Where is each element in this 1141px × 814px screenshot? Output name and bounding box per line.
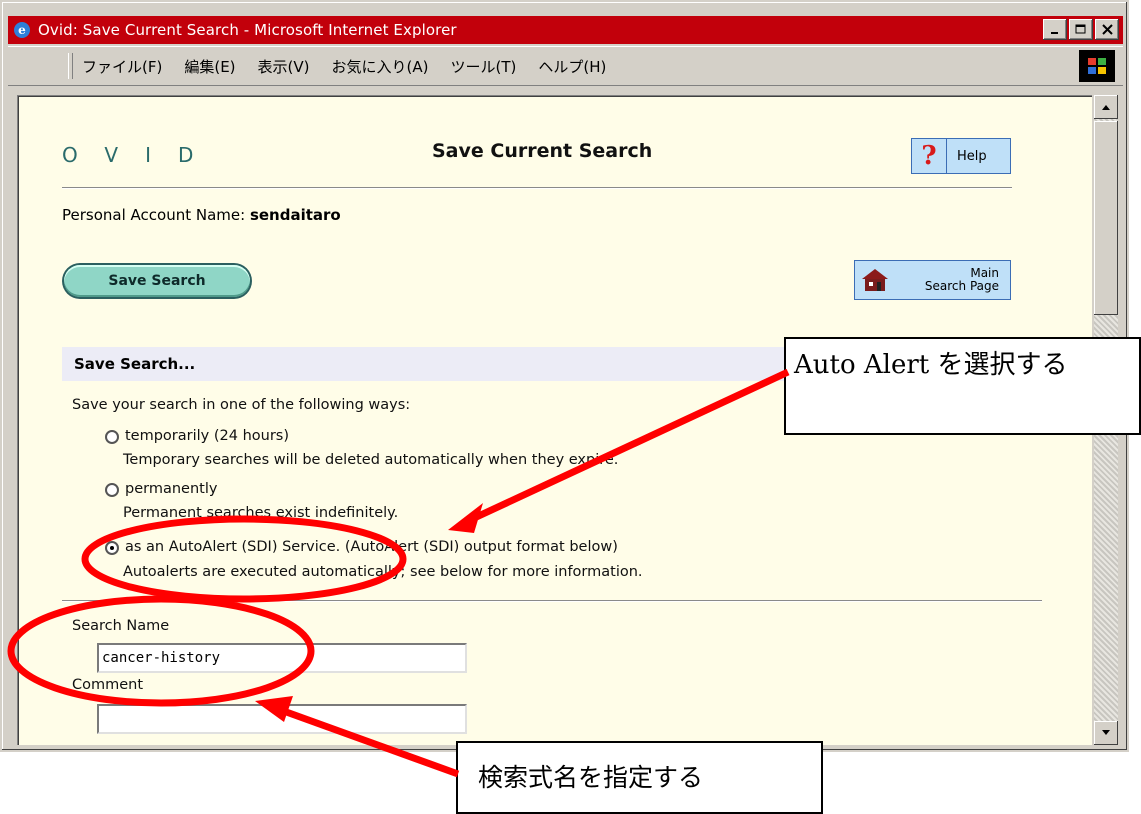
maximize-icon xyxy=(1075,24,1086,34)
minimize-button[interactable] xyxy=(1043,19,1067,40)
title-bar: e Ovid: Save Current Search - Microsoft … xyxy=(8,16,1123,44)
question-icon: ? xyxy=(912,139,947,173)
scroll-down-icon xyxy=(1102,730,1110,735)
scroll-thumb[interactable] xyxy=(1094,121,1118,315)
svg-text:e: e xyxy=(18,23,26,37)
form-divider xyxy=(62,600,1042,602)
option-temporarily-desc: Temporary searches will be deleted autom… xyxy=(123,452,619,468)
windows-logo-icon xyxy=(1079,50,1115,82)
header-divider xyxy=(62,187,1012,189)
option-temporarily-label[interactable]: temporarily (24 hours) xyxy=(125,428,289,444)
option-permanently-desc: Permanent searches exist indefinitely. xyxy=(123,505,399,521)
menu-view[interactable]: 表示(V) xyxy=(258,56,310,77)
page-title: Save Current Search xyxy=(432,140,653,162)
scroll-up-button[interactable] xyxy=(1094,95,1118,119)
save-intro: Save your search in one of the following… xyxy=(72,397,411,413)
account-line: Personal Account Name: sendaitaro xyxy=(62,206,341,224)
search-name-input[interactable] xyxy=(97,643,467,673)
save-search-button[interactable]: Save Search xyxy=(64,265,250,297)
close-button[interactable] xyxy=(1095,19,1119,40)
maximize-button[interactable] xyxy=(1069,19,1093,40)
comment-label: Comment xyxy=(72,677,144,693)
menu-bar: ファイル(F) 編集(E) 表示(V) お気に入り(A) ツール(T) ヘルプ(… xyxy=(8,46,1123,86)
comment-input[interactable] xyxy=(97,704,467,734)
main-search-label: Main Search Page xyxy=(895,267,999,293)
ie-icon: e xyxy=(12,20,32,40)
menu-help[interactable]: ヘルプ(H) xyxy=(538,56,606,77)
menu-edit[interactable]: 編集(E) xyxy=(184,56,235,77)
help-button[interactable]: ? Help xyxy=(911,138,1011,174)
radio-temporarily[interactable] xyxy=(105,430,119,444)
option-permanently-label[interactable]: permanently xyxy=(125,481,217,497)
search-name-label: Search Name xyxy=(72,618,170,634)
help-label: Help xyxy=(957,148,987,164)
main-search-line2: Search Page xyxy=(924,279,999,293)
autoalert-callout: Auto Alert を選択する xyxy=(784,337,1141,435)
radio-permanently[interactable] xyxy=(105,483,119,497)
main-search-line1: Main xyxy=(970,266,999,280)
main-search-page-button[interactable]: Main Search Page xyxy=(854,260,1011,300)
menu-tools[interactable]: ツール(T) xyxy=(450,56,516,77)
scroll-down-button[interactable] xyxy=(1094,721,1118,745)
account-label: Personal Account Name: xyxy=(62,206,246,224)
menu-file[interactable]: ファイル(F) xyxy=(82,56,162,77)
option-autoalert-desc: Autoalerts are executed automatically; s… xyxy=(123,564,643,580)
ovid-logo: OVID xyxy=(62,143,221,167)
close-icon xyxy=(1101,24,1113,35)
account-name: sendaitaro xyxy=(249,206,341,224)
radio-autoalert[interactable] xyxy=(105,541,119,555)
option-autoalert-label[interactable]: as an AutoAlert (SDI) Service. (AutoAler… xyxy=(125,539,618,555)
window-title: Ovid: Save Current Search - Microsoft In… xyxy=(38,21,457,39)
search-name-callout: 検索式名を指定する xyxy=(456,741,823,814)
toolbar-grip[interactable] xyxy=(68,53,73,79)
minimize-icon xyxy=(1051,31,1058,34)
house-icon xyxy=(855,261,895,299)
menu-favorites[interactable]: お気に入り(A) xyxy=(332,56,429,77)
scroll-up-icon xyxy=(1102,105,1110,110)
